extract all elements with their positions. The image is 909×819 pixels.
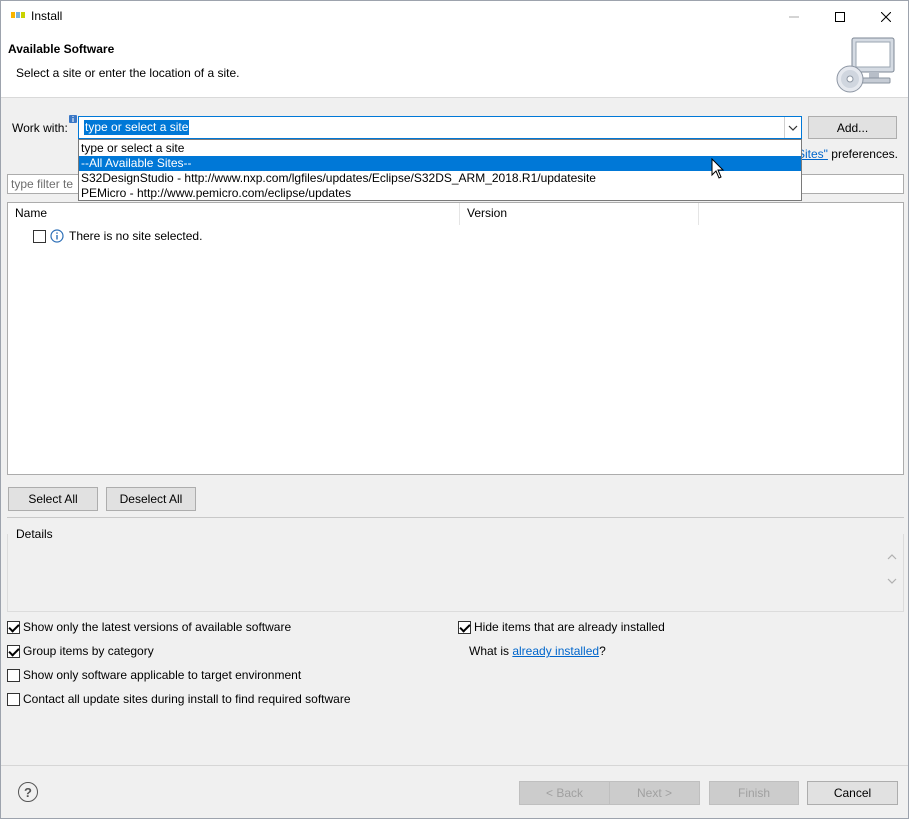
close-icon: [881, 11, 891, 22]
what-is-suffix: ?: [599, 644, 606, 658]
chevron-down-icon: [887, 578, 897, 584]
work-with-input[interactable]: type or select a site: [84, 120, 190, 135]
select-all-button[interactable]: Select All: [8, 487, 98, 511]
hide-installed-label: Hide items that are already installed: [474, 620, 665, 634]
details-panel: [7, 534, 904, 612]
empty-table-message: There is no site selected.: [69, 229, 203, 243]
group-by-category-label: Group items by category: [23, 644, 154, 658]
add-site-button[interactable]: Add...: [808, 116, 897, 139]
minimize-icon: [789, 16, 799, 17]
dropdown-item-selected[interactable]: --All Available Sites--: [79, 156, 801, 171]
combo-dropdown-button[interactable]: [784, 117, 801, 138]
option-show-latest[interactable]: Show only the latest versions of availab…: [7, 619, 291, 635]
maximize-icon: [835, 11, 845, 22]
maximize-button[interactable]: [817, 1, 863, 32]
show-applicable-checkbox[interactable]: [7, 668, 20, 682]
column-header-name[interactable]: Name: [8, 203, 460, 225]
mouse-cursor-icon: [711, 158, 725, 179]
site-dropdown-list: type or select a site --All Available Si…: [78, 139, 802, 201]
dropdown-item[interactable]: PEMicro - http://www.pemicro.com/eclipse…: [79, 186, 801, 201]
divider: [7, 517, 904, 518]
computer-cd-icon: [836, 37, 895, 93]
preferences-suffix: preferences.: [827, 147, 898, 161]
chevron-down-icon: [788, 125, 798, 131]
info-decoration-icon: [69, 115, 77, 123]
help-button[interactable]: ?: [18, 782, 38, 802]
show-latest-label: Show only the latest versions of availab…: [23, 620, 292, 634]
page-title: Available Software: [8, 42, 115, 56]
finish-button[interactable]: Finish: [709, 781, 799, 805]
what-is-prefix: What is: [469, 644, 513, 658]
nxp-logo-icon: [11, 12, 25, 18]
header-banner: Available Software Select a site or ente…: [1, 32, 908, 98]
install-dialog: Install Available Software Select a site…: [0, 0, 909, 819]
option-hide-installed[interactable]: Hide items that are already installed: [458, 619, 665, 635]
software-table: Name Version There is no site selected.: [7, 202, 904, 475]
contact-all-checkbox[interactable]: [7, 692, 20, 706]
info-icon: [50, 229, 64, 243]
next-button[interactable]: Next >: [609, 781, 700, 805]
help-icon: ?: [24, 784, 32, 800]
table-row[interactable]: There is no site selected.: [33, 227, 202, 245]
page-subtitle: Select a site or enter the location of a…: [16, 66, 240, 80]
dropdown-item[interactable]: S32DesignStudio - http://www.nxp.com/lgf…: [79, 171, 801, 186]
work-with-label: Work with:: [12, 121, 68, 135]
option-group-by-category[interactable]: Group items by category: [7, 643, 154, 659]
title-bar: Install: [1, 1, 908, 32]
cancel-button[interactable]: Cancel: [807, 781, 898, 805]
hide-installed-checkbox[interactable]: [458, 620, 471, 634]
contact-all-label: Contact all update sites during install …: [23, 692, 351, 706]
details-label: Details: [16, 527, 53, 541]
back-button[interactable]: < Back: [519, 781, 610, 805]
details-scrollbar[interactable]: [885, 549, 899, 589]
close-button[interactable]: [863, 1, 909, 32]
show-applicable-label: Show only software applicable to target …: [23, 668, 302, 682]
minimize-button[interactable]: [771, 1, 817, 32]
what-is-installed-text: What is already installed?: [469, 644, 606, 658]
option-show-applicable[interactable]: Show only software applicable to target …: [7, 667, 301, 683]
dropdown-item[interactable]: type or select a site: [79, 141, 801, 156]
group-by-category-checkbox[interactable]: [7, 644, 20, 658]
already-installed-link[interactable]: already installed: [512, 644, 599, 658]
show-latest-checkbox[interactable]: [7, 620, 20, 634]
preferences-text: Sites" preferences.: [797, 147, 898, 161]
deselect-all-button[interactable]: Deselect All: [106, 487, 196, 511]
window-title: Install: [31, 9, 63, 23]
option-contact-all[interactable]: Contact all update sites during install …: [7, 691, 351, 707]
column-header-version[interactable]: Version: [460, 203, 699, 225]
work-with-combo[interactable]: type or select a site: [78, 116, 802, 139]
chevron-up-icon: [887, 554, 897, 560]
row-checkbox[interactable]: [33, 229, 46, 243]
footer-divider: [1, 765, 908, 766]
